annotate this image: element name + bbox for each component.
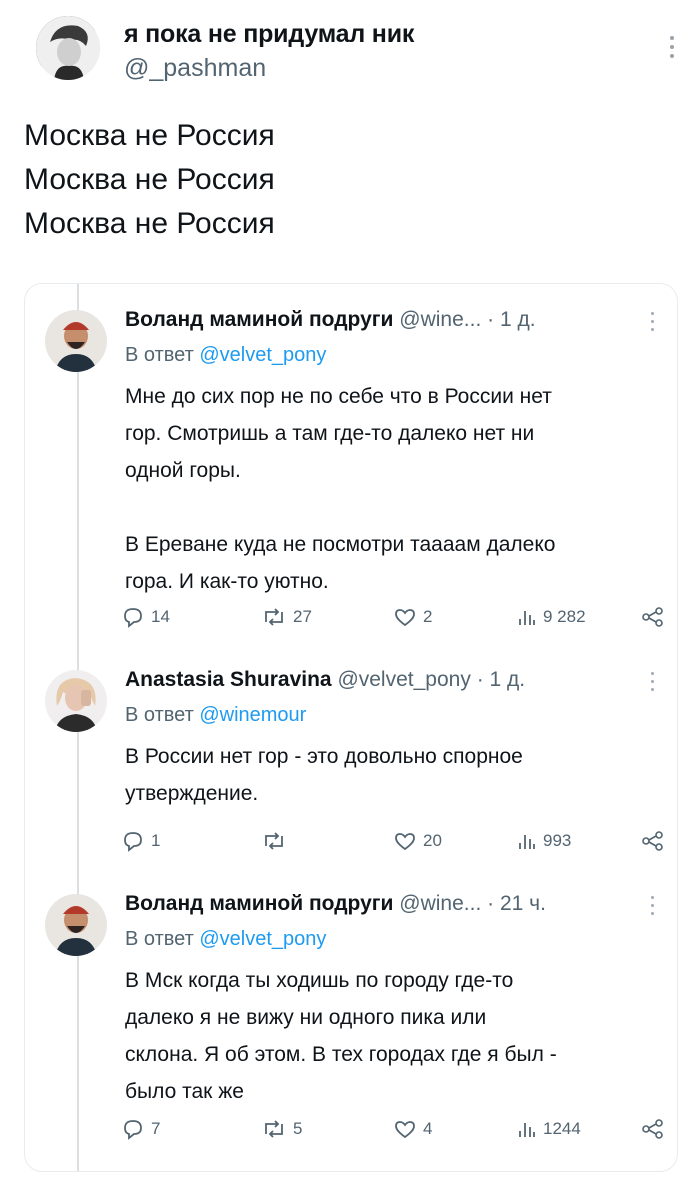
post-text: Москва не Россия Москва не Россия Москва… bbox=[24, 114, 275, 246]
replying-to: В ответ @velvet_pony bbox=[125, 928, 326, 951]
more-icon[interactable] bbox=[668, 36, 676, 60]
mention-link[interactable]: @velvet_pony bbox=[199, 928, 326, 950]
reply-text: В Мск когда ты ходишь по городу где-то д… bbox=[125, 969, 557, 1103]
replies-card: Воланд маминой подруги @wine... · 1 д. В… bbox=[24, 283, 678, 1172]
replying-to: В ответ @winemour bbox=[125, 704, 306, 727]
reply-avatar[interactable] bbox=[45, 894, 107, 956]
share-icon bbox=[642, 1119, 663, 1139]
views-count: 993 bbox=[543, 831, 572, 850]
like-count: 20 bbox=[423, 831, 442, 850]
views-count: 1244 bbox=[543, 1119, 581, 1138]
like-button[interactable]: 20 bbox=[393, 830, 442, 852]
like-button[interactable]: 4 bbox=[393, 1118, 432, 1140]
repost-count: 5 bbox=[293, 1119, 303, 1138]
reply-author-name[interactable]: Anastasia Shuravina bbox=[125, 668, 332, 691]
reply-text: В России нет гор - это довольно спорное … bbox=[125, 745, 523, 805]
share-icon bbox=[642, 831, 663, 851]
post-line: Москва не Россия bbox=[24, 207, 275, 240]
reply-count: 7 bbox=[151, 1119, 161, 1138]
reply-count: 1 bbox=[151, 831, 161, 850]
reply-time[interactable]: · 21 ч. bbox=[487, 892, 546, 915]
action-bar: 1 20 993 bbox=[121, 830, 663, 860]
like-button[interactable]: 2 bbox=[393, 606, 432, 628]
replying-prefix: В ответ bbox=[125, 344, 194, 366]
post-header: я пока не придумал ник @_pashman bbox=[36, 16, 676, 96]
like-count: 4 bbox=[423, 1119, 433, 1138]
reply-item[interactable]: Воланд маминой подруги @wine... · 21 ч. … bbox=[25, 868, 677, 1168]
like-icon bbox=[395, 1121, 415, 1139]
like-icon bbox=[395, 609, 415, 627]
reply-button[interactable]: 7 bbox=[121, 1118, 160, 1140]
author-name[interactable]: я пока не придумал ник bbox=[124, 20, 414, 49]
post-line: Москва не Россия bbox=[24, 119, 275, 152]
reply-author-handle[interactable]: @velvet_pony bbox=[337, 668, 470, 691]
reply-icon bbox=[124, 832, 142, 852]
replying-to: В ответ @velvet_pony bbox=[125, 344, 326, 367]
like-icon bbox=[395, 833, 415, 851]
reply-header: Воланд маминой подруги @wine... · 21 ч. bbox=[125, 892, 625, 916]
reply-icon bbox=[124, 608, 142, 628]
reply-button[interactable]: 14 bbox=[121, 606, 170, 628]
reply-header: Воланд маминой подруги @wine... · 1 д. bbox=[125, 308, 625, 332]
repost-icon bbox=[265, 832, 283, 850]
reply-avatar[interactable] bbox=[45, 670, 107, 732]
reply-button[interactable]: 1 bbox=[121, 830, 160, 852]
views-count: 9 282 bbox=[543, 607, 586, 626]
repost-icon bbox=[265, 608, 283, 626]
reply-count: 14 bbox=[151, 607, 170, 626]
views-button[interactable]: 1244 bbox=[517, 1118, 581, 1140]
reply-author-handle[interactable]: @wine... bbox=[399, 308, 481, 331]
replying-prefix: В ответ bbox=[125, 928, 194, 950]
reply-item[interactable]: Anastasia Shuravina @velvet_pony · 1 д. … bbox=[25, 644, 677, 876]
reply-time[interactable]: · 1 д. bbox=[487, 308, 535, 331]
reply-item[interactable]: Воланд маминой подруги @wine... · 1 д. В… bbox=[25, 284, 677, 640]
reply-time[interactable]: · 1 д. bbox=[477, 668, 525, 691]
more-icon[interactable] bbox=[651, 672, 657, 696]
more-icon[interactable] bbox=[651, 312, 657, 336]
share-icon bbox=[642, 607, 663, 627]
views-button[interactable]: 993 bbox=[517, 830, 571, 852]
share-button[interactable] bbox=[641, 1118, 665, 1140]
author-avatar[interactable] bbox=[36, 16, 100, 80]
views-icon bbox=[519, 611, 535, 625]
share-button[interactable] bbox=[641, 830, 665, 852]
repost-button[interactable]: 5 bbox=[261, 1118, 302, 1140]
mention-link[interactable]: @winemour bbox=[199, 704, 306, 726]
share-button[interactable] bbox=[641, 606, 665, 628]
reply-icon bbox=[124, 1120, 142, 1140]
repost-count: 27 bbox=[293, 607, 312, 626]
repost-icon bbox=[265, 1120, 283, 1138]
repost-button[interactable] bbox=[261, 830, 293, 852]
reply-header: Anastasia Shuravina @velvet_pony · 1 д. bbox=[125, 668, 625, 692]
views-button[interactable]: 9 282 bbox=[517, 606, 586, 628]
reply-author-name[interactable]: Воланд маминой подруги bbox=[125, 308, 393, 331]
views-icon bbox=[519, 835, 535, 849]
reply-avatar[interactable] bbox=[45, 310, 107, 372]
like-count: 2 bbox=[423, 607, 433, 626]
post-line: Москва не Россия bbox=[24, 163, 275, 196]
more-icon[interactable] bbox=[651, 896, 657, 920]
repost-button[interactable]: 27 bbox=[261, 606, 312, 628]
action-bar: 14 27 2 9 282 bbox=[121, 606, 663, 636]
views-icon bbox=[519, 1123, 535, 1137]
action-bar: 7 5 4 1244 bbox=[121, 1118, 663, 1148]
reply-author-handle[interactable]: @wine... bbox=[399, 892, 481, 915]
author-handle[interactable]: @_pashman bbox=[124, 54, 266, 83]
reply-text: Мне до сих пор не по себе что в России н… bbox=[125, 385, 556, 593]
mention-link[interactable]: @velvet_pony bbox=[199, 344, 326, 366]
reply-author-name[interactable]: Воланд маминой подруги bbox=[125, 892, 393, 915]
replying-prefix: В ответ bbox=[125, 704, 194, 726]
